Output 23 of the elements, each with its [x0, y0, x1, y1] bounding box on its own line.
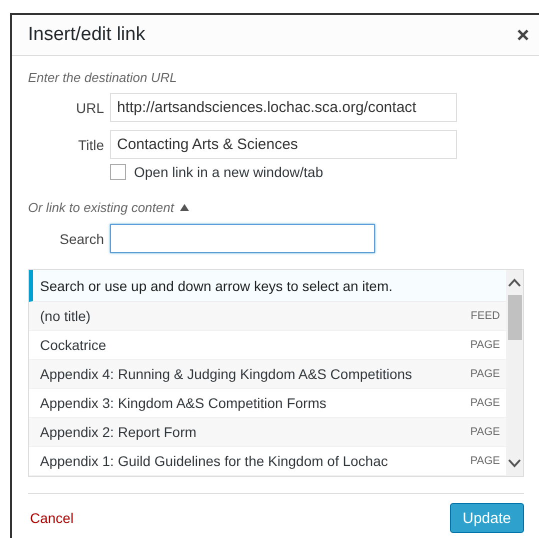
search-label: Search [58, 230, 104, 246]
result-type: PAGE [470, 455, 500, 467]
cancel-link[interactable]: Cancel [30, 510, 74, 526]
result-title[interactable]: Appendix 3: Kingdom A&S Competition Forms [40, 395, 326, 411]
result-title[interactable]: Appendix 2: Report Form [40, 424, 196, 440]
result-type: PAGE [470, 426, 500, 438]
input-field[interactable]: http://artsandsciences.lochac.sca.org/contact [110, 93, 457, 122]
result-type: PAGE [470, 368, 500, 380]
intro-text: Enter the destination URL [28, 70, 178, 85]
search-hint: Search or use up and down arrow keys to select an item. [29, 270, 506, 302]
result-title[interactable]: Appendix 1: Guild Guidelines for the Kingdom of Lochac [40, 453, 388, 469]
result-title[interactable]: Appendix 4: Running & Judging Kingdom A&S Competitions [40, 366, 412, 382]
result-title[interactable]: Cockatrice [40, 337, 106, 353]
checkbox-label[interactable]: Open link in a new window/tab [134, 164, 324, 180]
result-type: FEED [470, 310, 500, 322]
field-label: Title [77, 136, 104, 152]
result-title[interactable]: (no title) [40, 308, 91, 324]
existing-content-toggle[interactable]: Or link to existing content [28, 200, 174, 215]
input-field[interactable]: Contacting Arts & Sciences [110, 130, 457, 159]
dialog-title: Insert/edit link [28, 24, 146, 46]
field-label: URL [74, 100, 104, 116]
result-type: PAGE [470, 339, 500, 351]
result-type: PAGE [470, 397, 500, 409]
